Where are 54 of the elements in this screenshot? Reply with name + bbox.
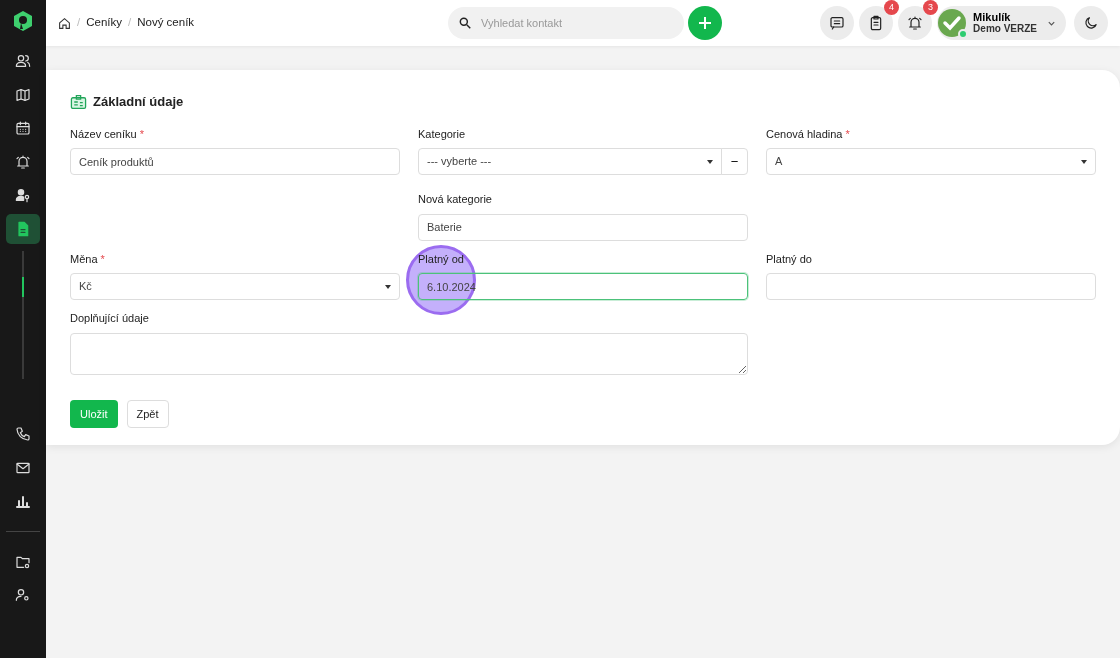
plus-icon (698, 16, 713, 30)
header-button[interactable] (859, 6, 894, 40)
field-label: Měna * (70, 251, 106, 267)
user-gear-icon (15, 587, 31, 603)
people-icon (15, 53, 31, 69)
search-field[interactable]: Vyhledat kontakt (448, 7, 685, 39)
add-button[interactable] (688, 6, 723, 40)
moon-icon (1083, 15, 1099, 31)
home-icon[interactable] (58, 16, 71, 30)
id-card-icon (70, 93, 87, 110)
count-badge: 4 (884, 0, 900, 15)
user-key-icon (15, 187, 31, 203)
text-field[interactable]: Ceník produktů (70, 148, 400, 175)
user-name: Mikulík (973, 10, 1012, 24)
document-icon (15, 220, 31, 237)
phone-icon (15, 426, 31, 442)
user-subtitle: Demo VERZE (973, 23, 1037, 36)
bar-chart-icon (15, 493, 31, 509)
field-label: Cenová hladina * (766, 126, 851, 142)
calendar-icon (15, 120, 31, 136)
field-label: Platný od (418, 251, 465, 267)
logo-icon (13, 10, 33, 32)
field-label: Název ceníku * (70, 126, 145, 142)
theme-toggle-button[interactable] (1074, 6, 1108, 40)
breadcrumb-item[interactable]: Ceníky (86, 14, 122, 32)
breadcrumb-separator: / (77, 15, 81, 31)
message-icon (829, 15, 846, 31)
bell-icon (15, 153, 31, 170)
dropdown-caret-icon (385, 284, 391, 289)
select-field[interactable]: A (766, 148, 1096, 175)
sidebar-item[interactable] (6, 213, 40, 244)
count-badge: 3 (923, 0, 939, 15)
field-label: Kategorie (418, 126, 467, 142)
section-title: Základní údaje (93, 93, 184, 111)
dropdown-caret-icon (707, 159, 713, 164)
user-menu[interactable]: Mikulík Demo VERZE (937, 6, 1066, 40)
back-button[interactable]: Zpět (126, 400, 169, 428)
text-field[interactable]: 6.10.2024 (418, 273, 748, 300)
bell-icon (907, 15, 924, 31)
avatar-check-icon (937, 8, 968, 38)
breadcrumb-separator: / (128, 15, 132, 31)
dropdown-caret-icon (1081, 159, 1087, 164)
field-label: Nová kategorie (418, 192, 493, 207)
select-field[interactable]: --- vyberte --- (418, 148, 722, 175)
header-button[interactable] (820, 6, 855, 40)
text-field[interactable] (766, 273, 1096, 300)
field-label: Doplňující údaje (70, 311, 150, 326)
field-label: Platný do (766, 251, 813, 267)
remove-button[interactable]: − (721, 148, 748, 175)
search-icon (458, 16, 473, 30)
map-icon (15, 86, 31, 103)
text-field[interactable]: Baterie (418, 213, 748, 241)
select-field[interactable]: Kč (70, 273, 400, 300)
breadcrumb-item: Nový ceník (137, 15, 195, 31)
